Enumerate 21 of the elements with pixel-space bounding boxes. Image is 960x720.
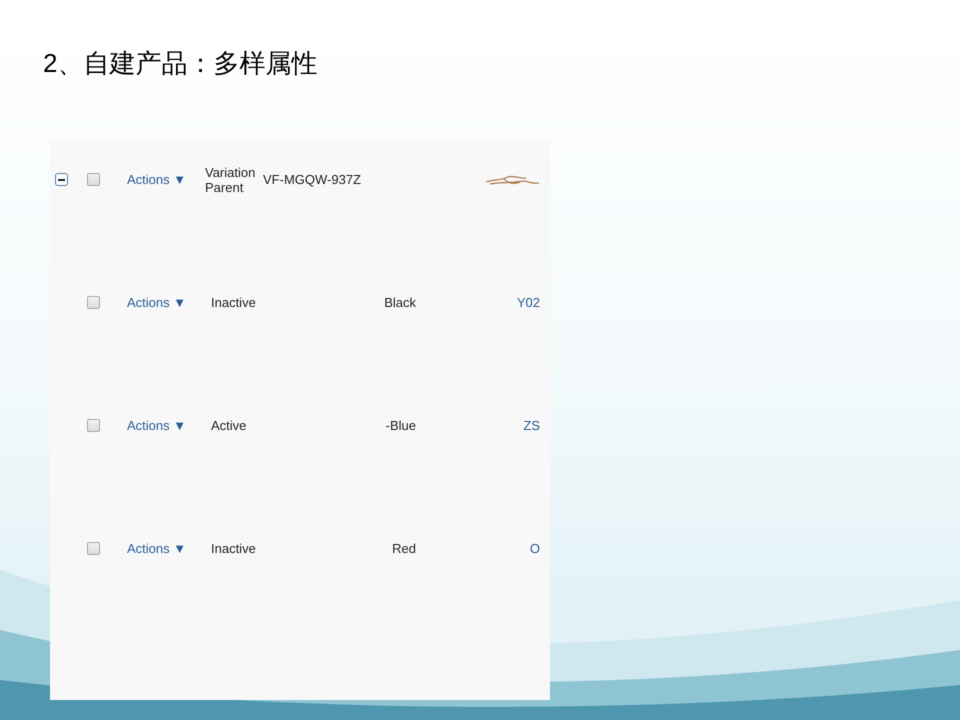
actions-dropdown[interactable]: Actions ▼ bbox=[127, 416, 205, 436]
status-text: Inactive bbox=[210, 540, 257, 558]
actions-dropdown[interactable]: Actions ▼ bbox=[127, 538, 205, 558]
slide-title: 2、自建产品：多样属性 bbox=[43, 47, 318, 80]
sku-text: VF-MGQW-937Z bbox=[263, 170, 361, 189]
checkbox[interactable] bbox=[86, 296, 100, 309]
status-text: Inactive bbox=[210, 294, 257, 312]
asin-link[interactable]: ZS bbox=[523, 416, 540, 436]
asin-link[interactable]: O bbox=[530, 538, 540, 558]
asin-link[interactable]: Y02 bbox=[516, 292, 540, 312]
actions-dropdown[interactable]: Actions ▼ bbox=[127, 292, 205, 312]
checkbox[interactable] bbox=[86, 419, 100, 432]
actions-dropdown[interactable]: Actions ▼ bbox=[127, 170, 205, 190]
sku-text: Black bbox=[384, 294, 416, 312]
checkbox[interactable] bbox=[86, 173, 100, 186]
sku-text: -Blue bbox=[386, 416, 416, 435]
sku-text: Red bbox=[392, 540, 416, 558]
status-text: Variation Parent bbox=[205, 164, 256, 194]
status-text: Active bbox=[210, 416, 248, 435]
checkbox[interactable] bbox=[86, 542, 100, 555]
collapse-button[interactable] bbox=[54, 173, 68, 186]
